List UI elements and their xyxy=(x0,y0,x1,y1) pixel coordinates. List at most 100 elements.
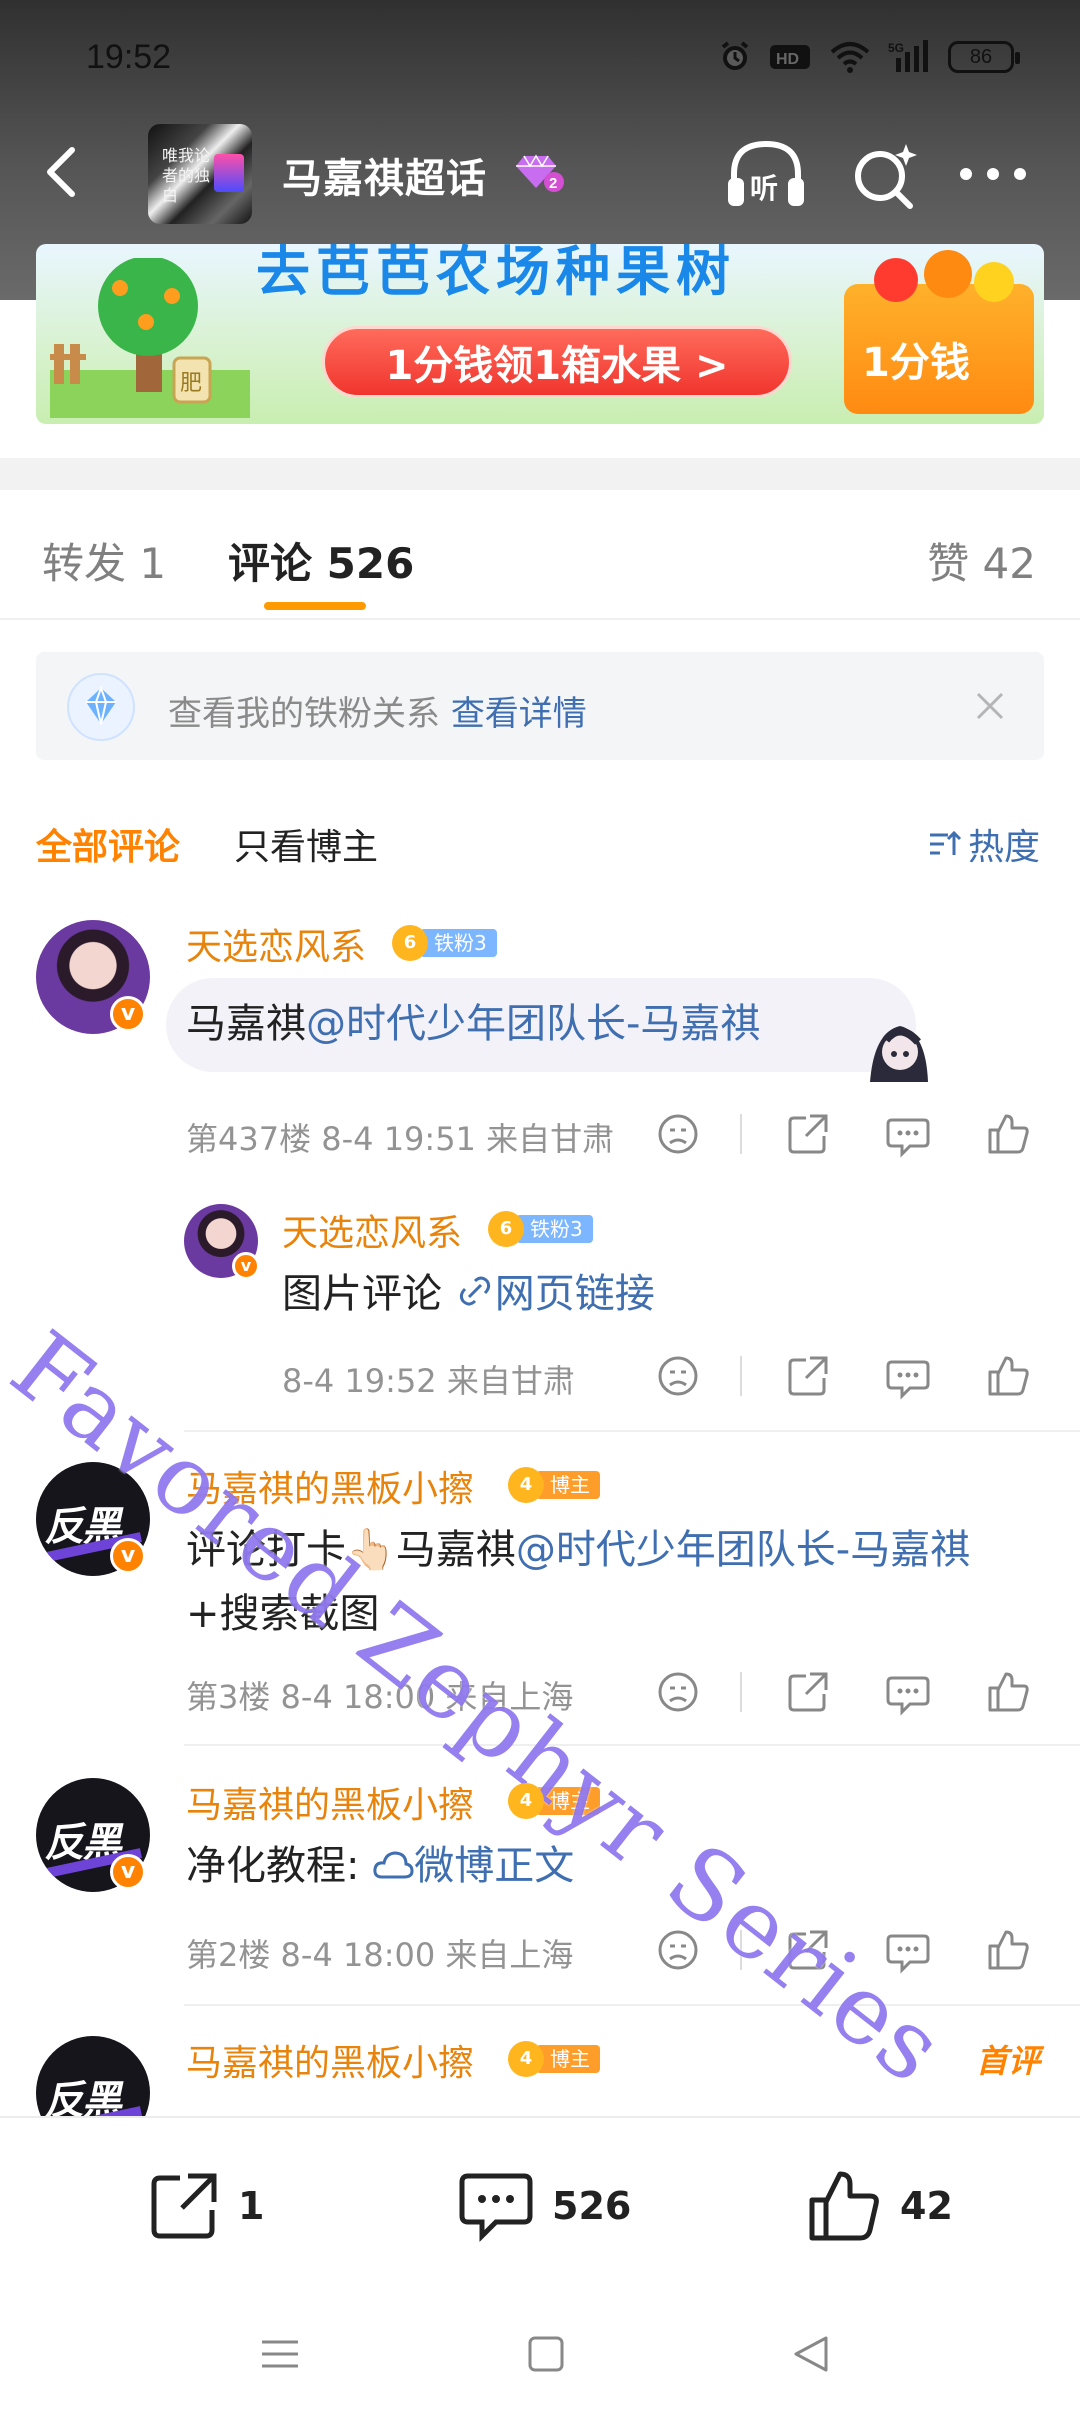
recent-apps-icon[interactable] xyxy=(250,2324,310,2384)
comment-text-plain: 净化教程: xyxy=(186,1843,373,1889)
comment-separator xyxy=(184,2004,1080,2006)
fan-badge-label: 博主 xyxy=(536,2045,600,2073)
comment-text-plain: 评论打卡👆🏻马嘉祺 xyxy=(186,1527,516,1573)
reply-meta: 8-4 19:52 来自甘肃 xyxy=(282,1362,575,1400)
comment-username[interactable]: 马嘉祺的黑板小擦 xyxy=(186,2034,474,2086)
comment-separator xyxy=(184,1430,1080,1432)
comment-username[interactable]: 马嘉祺的黑板小擦 xyxy=(186,1460,474,1512)
verified-badge-icon: v xyxy=(110,996,146,1032)
tree-sign-text: 肥 xyxy=(180,371,202,396)
back-arrow-icon[interactable] xyxy=(34,142,94,202)
comment-meta: 第437楼 8-4 19:51 来自甘肃 xyxy=(186,1120,615,1158)
system-nav-bar xyxy=(0,2292,1080,2412)
comment-username[interactable]: 天选恋风系 xyxy=(186,918,366,970)
more-dots-icon[interactable] xyxy=(956,152,1030,196)
notice-detail-link[interactable]: 查看详情 xyxy=(451,694,587,734)
gem-level-icon: 2 xyxy=(516,154,564,192)
close-icon[interactable] xyxy=(970,686,1010,726)
ad-banner[interactable]: 去芭芭农场种果树 肥 1分钱领1箱水果 > 1分钱 xyxy=(36,244,1044,424)
comment-text-plain: 马嘉祺 xyxy=(186,1001,306,1047)
dislike-face-icon[interactable] xyxy=(654,1926,702,1974)
box-label: 1分钱 xyxy=(862,340,970,386)
action-divider xyxy=(740,1672,742,1712)
comment-text-tail: +搜索截图 xyxy=(186,1591,380,1637)
crown-icon: 6 xyxy=(488,1211,524,1247)
repost-count: 1 xyxy=(238,2184,265,2228)
reply-bubble-icon[interactable] xyxy=(884,1110,932,1158)
comment-button[interactable]: 526 xyxy=(456,2168,631,2244)
share-icon[interactable] xyxy=(784,1668,832,1716)
action-divider xyxy=(740,1356,742,1396)
like-icon xyxy=(809,2171,879,2241)
topic-thumbnail-text: 唯我论者的独白 xyxy=(162,146,211,205)
tab-comment[interactable]: 评论 526 xyxy=(228,530,414,591)
comment-meta: 第2楼 8-4 18:00 来自上海 xyxy=(186,1936,574,1974)
iron-fan-notice: 查看我的铁粉关系 查看详情 xyxy=(36,652,1044,760)
web-link[interactable]: 网页链接 xyxy=(495,1271,655,1317)
fruit-box: 1分钱 xyxy=(844,250,1034,414)
headphones-listen-icon[interactable]: 听 xyxy=(724,134,808,214)
reply-bubble-icon[interactable] xyxy=(884,1926,932,1974)
filter-host-only[interactable]: 只看博主 xyxy=(234,818,378,870)
comment-count: 526 xyxy=(552,2184,632,2228)
dislike-face-icon[interactable] xyxy=(654,1110,702,1158)
comment-separator xyxy=(184,1744,1080,1746)
like-thumb-icon[interactable] xyxy=(984,1352,1032,1400)
back-triangle-icon[interactable] xyxy=(782,2324,842,2384)
crown-icon: 4 xyxy=(508,2041,544,2077)
tab-repost[interactable]: 转发 1 xyxy=(42,530,166,591)
sort-icon xyxy=(929,830,962,855)
tab-like[interactable]: 赞 42 xyxy=(927,530,1036,591)
sort-by-heat[interactable]: 热度 xyxy=(928,818,1040,870)
sticker-character-icon xyxy=(870,1026,928,1082)
fan-badge-label: 博主 xyxy=(536,1471,600,1499)
like-count: 42 xyxy=(900,2184,953,2228)
crown-icon: 4 xyxy=(508,1783,544,1819)
share-icon[interactable] xyxy=(784,1352,832,1400)
svg-text:听: 听 xyxy=(750,172,778,205)
section-divider xyxy=(0,458,1080,490)
first-comment-tag: 首评 xyxy=(975,2042,1040,2080)
fan-badge-label: 铁粉3 xyxy=(516,1215,593,1243)
repost-button[interactable]: 1 xyxy=(146,2168,264,2244)
fan-level-badge: 6 铁粉3 xyxy=(488,1211,593,1247)
diamond-badge-icon xyxy=(67,673,135,741)
reply-bubble-icon[interactable] xyxy=(884,1668,932,1716)
comment-meta: 第3楼 8-4 18:00 来自上海 xyxy=(186,1678,574,1716)
action-divider xyxy=(740,1114,742,1154)
weibo-post-link[interactable]: 微博正文 xyxy=(414,1843,574,1889)
mention-link[interactable]: @时代少年团队长-马嘉祺 xyxy=(516,1527,970,1573)
verified-badge-icon: v xyxy=(110,1538,146,1574)
reply-bubble-icon[interactable] xyxy=(884,1352,932,1400)
notice-label: 查看我的铁粉关系 xyxy=(168,694,440,734)
search-sparkle-icon[interactable] xyxy=(850,134,920,214)
share-icon[interactable] xyxy=(784,1110,832,1158)
link-chain-icon xyxy=(459,1276,490,1306)
verified-badge-icon: v xyxy=(232,1252,260,1280)
page-title[interactable]: 马嘉祺超话 xyxy=(282,146,487,204)
fan-badge-label: 博主 xyxy=(536,1787,600,1815)
topic-thumbnail[interactable]: 唯我论者的独白 xyxy=(148,124,252,224)
share-icon[interactable] xyxy=(784,1926,832,1974)
status-time: 19:52 xyxy=(86,38,172,76)
apple-icon xyxy=(874,258,918,302)
battery-indicator: 86 xyxy=(948,41,1020,73)
comment-username[interactable]: 马嘉祺的黑板小擦 xyxy=(186,1776,474,1828)
fan-level-badge: 6 铁粉3 xyxy=(392,925,497,961)
mention-link[interactable]: @时代少年团队长-马嘉祺 xyxy=(306,1001,760,1047)
detail-tabs: 转发 1 评论 526 赞 42 xyxy=(0,490,1080,620)
dislike-face-icon[interactable] xyxy=(654,1668,702,1716)
like-button[interactable]: 42 xyxy=(806,2168,953,2244)
filter-all-comments[interactable]: 全部评论 xyxy=(36,818,180,870)
reply-username[interactable]: 天选恋风系 xyxy=(282,1204,462,1256)
signal-icon: 5G xyxy=(888,40,928,72)
comment-text: 评论打卡👆🏻马嘉祺@时代少年团队长-马嘉祺 +搜索截图 xyxy=(186,1518,1046,1646)
fan-badge-label: 铁粉3 xyxy=(420,929,497,957)
comment-icon xyxy=(459,2173,533,2243)
home-icon[interactable] xyxy=(516,2324,576,2384)
like-thumb-icon[interactable] xyxy=(984,1926,1032,1974)
like-thumb-icon[interactable] xyxy=(984,1110,1032,1158)
dislike-face-icon[interactable] xyxy=(654,1352,702,1400)
like-thumb-icon[interactable] xyxy=(984,1668,1032,1716)
banner-cta-button[interactable]: 1分钱领1箱水果 > xyxy=(322,326,792,398)
